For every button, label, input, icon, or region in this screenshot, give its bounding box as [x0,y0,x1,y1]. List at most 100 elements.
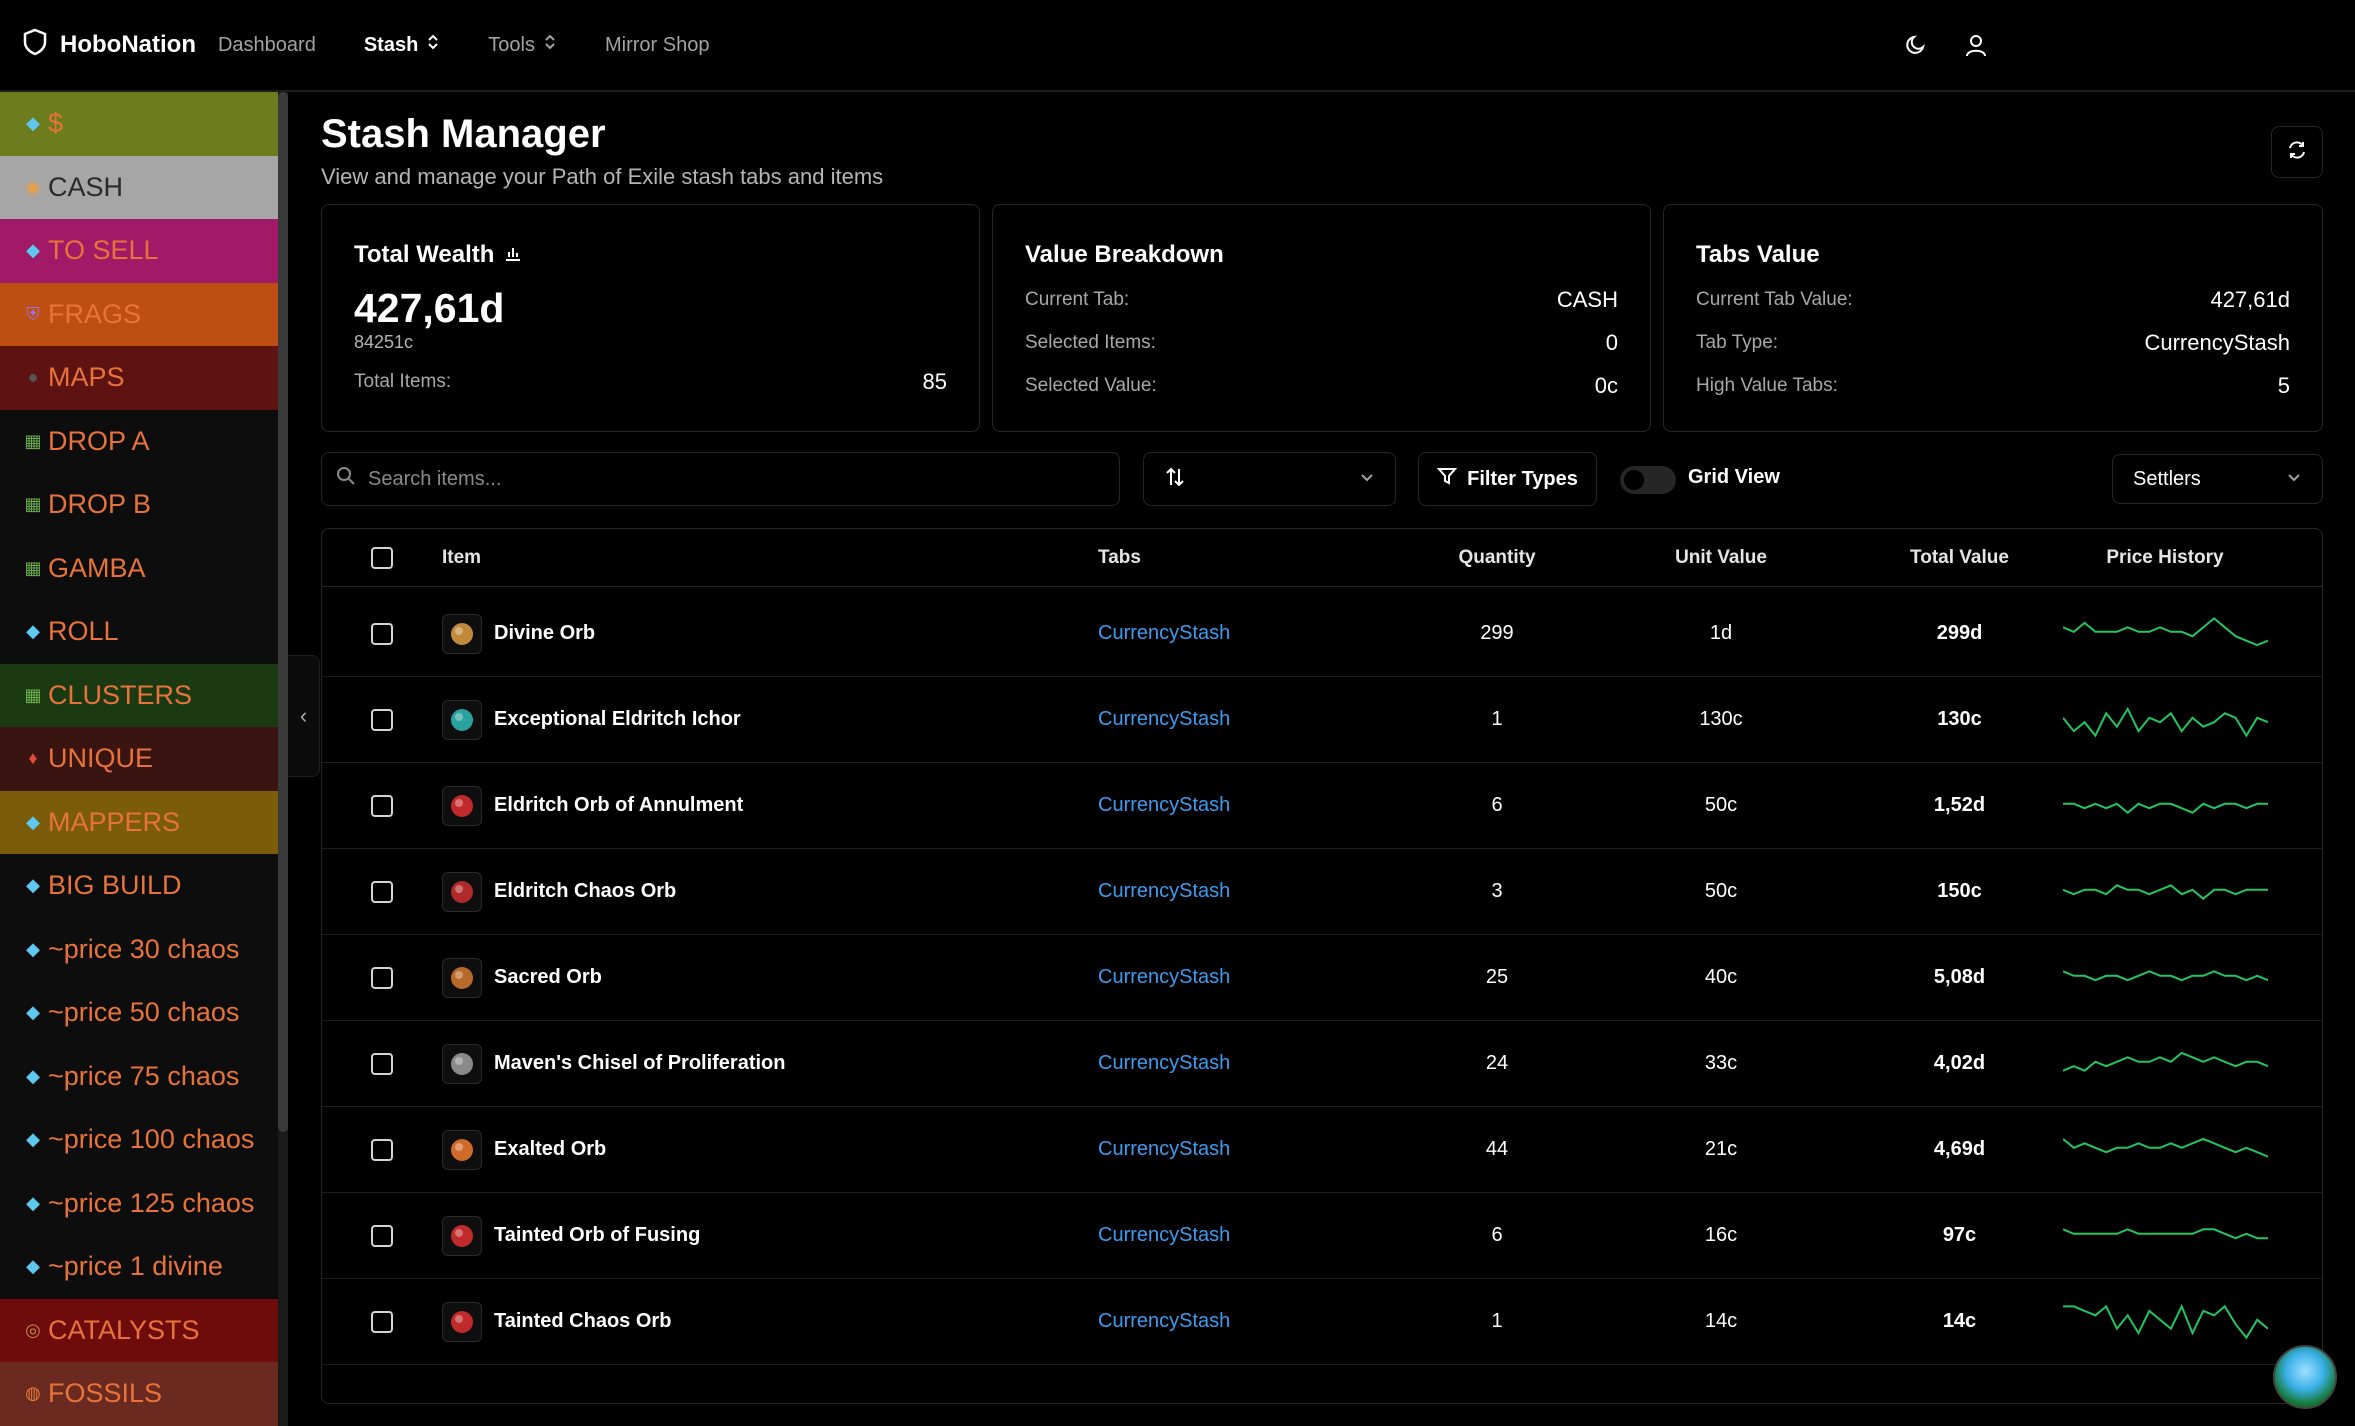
header-quantity[interactable]: Quantity [1426,547,1568,569]
sidebar-tab[interactable]: ⛨ FRAGS [0,282,278,346]
item-tab-link[interactable]: CurrencyStash [1098,622,1426,645]
item-icon [442,613,482,654]
nav-stash[interactable]: Stash [364,33,440,57]
row-checkbox[interactable] [371,880,393,903]
item-name[interactable]: Eldritch Chaos Orb [494,880,676,903]
sidebar-tab[interactable]: ◆ ~price 1 divine [0,1235,278,1299]
sidebar-tab[interactable]: ◆ ~price 30 chaos [0,917,278,981]
table-row[interactable]: Tainted Orb of Fusing CurrencyStash 6 16c 97… [322,1193,2322,1279]
sidebar-tab[interactable]: ▦ GAMBA [0,536,278,600]
price-history-sparkline [2045,700,2285,740]
nav-dashboard[interactable]: Dashboard [218,34,316,57]
search-box[interactable] [321,452,1120,506]
moon-icon[interactable] [1903,32,1929,63]
row-checkbox[interactable] [371,1224,393,1247]
nav-tools-label: Tools [488,33,535,56]
item-tab-link[interactable]: CurrencyStash [1098,1052,1426,1075]
select-all-checkbox[interactable] [371,546,393,569]
sidebar-tab[interactable]: ◆ TO SELL [0,219,278,283]
item-tab-link[interactable]: CurrencyStash [1098,966,1426,989]
row-checkbox[interactable] [371,1138,393,1161]
sidebar-collapse-button[interactable]: ‹ [288,655,320,777]
sidebar-tab[interactable]: ◆ ROLL [0,600,278,664]
refresh-button[interactable] [2271,126,2323,178]
sidebar-tab[interactable]: ▦ DROP A [0,409,278,473]
sidebar-tab[interactable]: ◆ MAPPERS [0,790,278,854]
sidebar-tab[interactable]: ♦ UNIQUE [0,727,278,791]
gem-icon: ◆ [26,240,40,261]
item-unit-value: 130c [1699,708,1743,730]
item-name[interactable]: Sacred Orb [494,966,602,989]
header-price-history[interactable]: Price History [2045,547,2285,569]
nav-mirror-shop[interactable]: Mirror Shop [605,34,709,57]
row-checkbox[interactable] [371,708,393,731]
item-tab-link[interactable]: CurrencyStash [1098,794,1426,817]
search-input[interactable] [368,467,1068,491]
item-name[interactable]: Eldritch Orb of Annulment [494,794,743,817]
item-tab-link[interactable]: CurrencyStash [1098,1138,1426,1161]
item-total-value: 4,69d [1933,1138,1986,1160]
table-row[interactable]: Maven's Chisel of Proliferation CurrencyS… [322,1021,2322,1107]
brand[interactable]: HoboNation [22,28,196,63]
sidebar-tab-label: DROP A [48,425,150,456]
sidebar-tab[interactable]: ◍ FOSSILS [0,1362,278,1426]
row-checkbox[interactable] [371,1310,393,1333]
item-quantity: 6 [1491,794,1503,816]
sidebar-tab[interactable]: ◎ CATALYSTS [0,1298,278,1362]
item-name[interactable]: Exalted Orb [494,1138,606,1161]
filter-types-button[interactable]: Filter Types [1418,452,1597,506]
table-row[interactable]: Exalted Orb CurrencyStash 44 21c 4,69d [322,1107,2322,1193]
item-tab-link[interactable]: CurrencyStash [1098,1310,1426,1333]
sidebar-tab[interactable]: ▦ CLUSTERS [0,663,278,727]
row-checkbox[interactable] [371,966,393,989]
price-history-sparkline [2045,1130,2285,1170]
map-icon: ● [27,367,39,388]
grid-view-toggle[interactable] [1620,466,1676,494]
sidebar-scrollbar-thumb[interactable] [278,92,288,1132]
table-row[interactable]: Tainted Chaos Orb CurrencyStash 1 14c 14c [322,1279,2322,1365]
sidebar-tab[interactable]: ◆ BIG BUILD [0,854,278,918]
floating-avatar[interactable] [2273,1345,2337,1409]
bar-chart-icon[interactable] [504,241,522,269]
sidebar-tab[interactable]: ◆ ~price 100 chaos [0,1108,278,1172]
sidebar-tab[interactable]: ◉ CASH [0,155,278,219]
row-checkbox[interactable] [371,1052,393,1075]
item-name[interactable]: Tainted Chaos Orb [494,1310,671,1333]
nav-tools[interactable]: Tools [488,33,557,57]
league-select[interactable]: Settlers [2112,454,2323,504]
table-row[interactable]: Divine Orb CurrencyStash 299 1d 299d [322,591,2322,677]
item-tab-link[interactable]: CurrencyStash [1098,1224,1426,1247]
filter-types-label: Filter Types [1467,467,1578,490]
table-row[interactable]: Eldritch Orb of Annulment CurrencyStash 6 5… [322,763,2322,849]
header-tabs[interactable]: Tabs [1098,547,1426,569]
sort-select[interactable] [1143,452,1396,506]
sidebar-tab[interactable]: ▦ DROP B [0,473,278,537]
gem-icon: ◆ [26,1256,40,1277]
sidebar-tab[interactable]: ◆ ~price 75 chaos [0,1044,278,1108]
sidebar-tab[interactable]: ◆ ~price 50 chaos [0,981,278,1045]
row-checkbox[interactable] [371,794,393,817]
row-checkbox[interactable] [371,622,393,645]
table-row[interactable]: Sacred Orb CurrencyStash 25 40c 5,08d [322,935,2322,1021]
item-tab-link[interactable]: CurrencyStash [1098,708,1426,731]
page-subtitle: View and manage your Path of Exile stash… [321,164,884,189]
table-row[interactable]: Eldritch Chaos Orb CurrencyStash 3 50c 150c [322,849,2322,935]
header-unit-value[interactable]: Unit Value [1568,547,1874,569]
sidebar-tab[interactable]: ◆ ~price 125 chaos [0,1171,278,1235]
item-name[interactable]: Exceptional Eldritch Ichor [494,708,741,731]
header-total-value[interactable]: Total Value [1874,547,2045,569]
gem-icon: ◆ [26,875,40,896]
sidebar-tab[interactable]: ◆ $ [0,92,278,156]
sidebar-tab-label: $ [48,108,64,139]
item-name[interactable]: Divine Orb [494,622,595,645]
item-name[interactable]: Maven's Chisel of Proliferation [494,1052,785,1075]
chevron-left-icon: ‹ [299,703,308,728]
user-icon[interactable] [1963,32,1989,63]
sidebar-tab[interactable]: ● MAPS [0,346,278,410]
header-item[interactable]: Item [442,547,1098,569]
item-tab-link[interactable]: CurrencyStash [1098,880,1426,903]
table-row[interactable]: Exceptional Eldritch Ichor CurrencyStash 1… [322,677,2322,763]
brand-name: HoboNation [60,31,196,58]
item-name[interactable]: Tainted Orb of Fusing [494,1224,700,1247]
grid-icon: ▦ [24,557,42,578]
